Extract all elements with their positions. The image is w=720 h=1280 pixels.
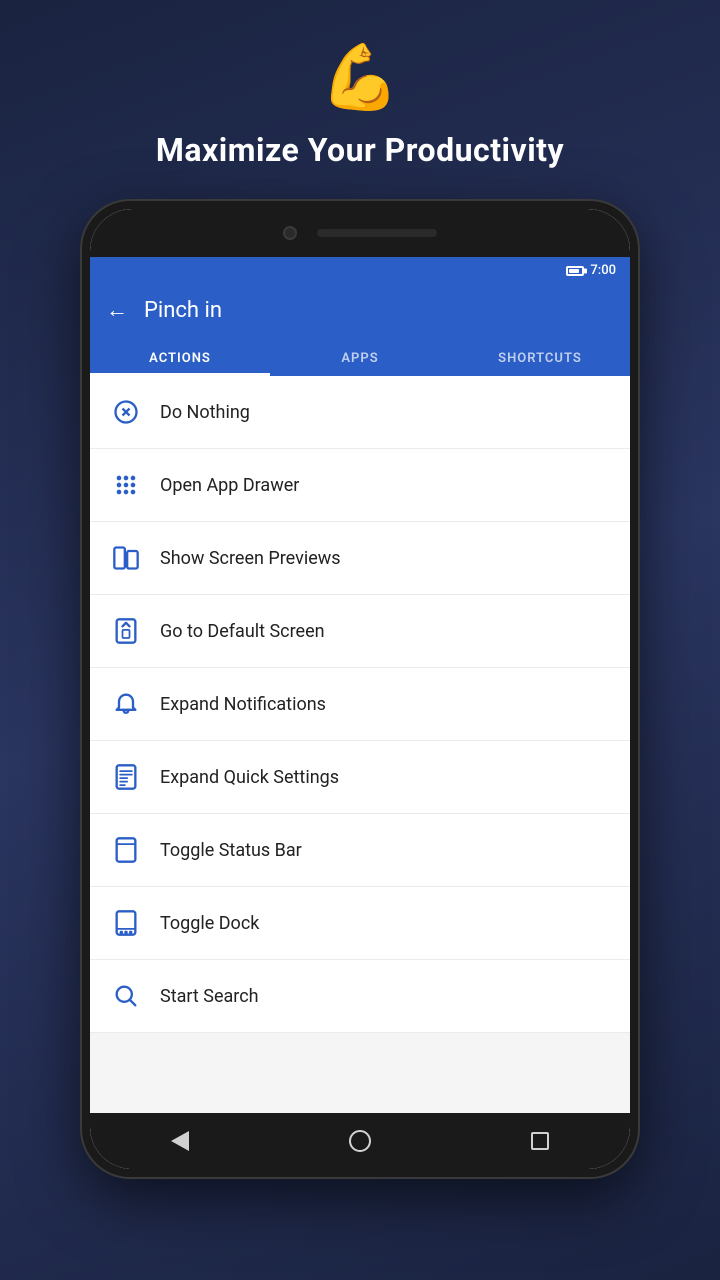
status-right: 7:00 [566,263,616,278]
search-icon [110,980,142,1012]
status-bar: 7:00 [90,257,630,284]
nav-recents-button[interactable] [520,1121,560,1161]
action-toggle-dock-label: Toggle Dock [160,913,259,934]
recents-square-icon [531,1132,549,1150]
nav-home-button[interactable] [340,1121,380,1161]
phone-frame: 7:00 ← Pinch in ACTIONS APPS SHORTCUTS D… [80,199,640,1179]
action-expand-notifications[interactable]: Expand Notifications [90,668,630,741]
quick-settings-icon [110,761,142,793]
tab-shortcuts[interactable]: SHORTCUTS [450,337,630,376]
app-title: Pinch in [144,298,222,323]
app-bar: ← Pinch in [90,284,630,337]
dock-icon [110,907,142,939]
back-button[interactable]: ← [106,300,128,322]
status-time: 7:00 [590,263,616,278]
action-toggle-status-bar-label: Toggle Status Bar [160,840,302,861]
action-open-app-drawer[interactable]: Open App Drawer [90,449,630,522]
bottom-nav [90,1113,630,1169]
camera-dot [283,226,297,240]
grid-icon [110,469,142,501]
action-toggle-status-bar[interactable]: Toggle Status Bar [90,814,630,887]
action-expand-quick-settings[interactable]: Expand Quick Settings [90,741,630,814]
action-start-search[interactable]: Start Search [90,960,630,1033]
speaker-bar [317,229,437,237]
action-list: Do Nothing Op [90,376,630,1113]
phone-top-hardware [90,209,630,257]
header-tagline: Maximize Your Productivity [156,131,564,169]
action-show-screen-previews-label: Show Screen Previews [160,548,341,569]
bell-icon [110,688,142,720]
tab-apps[interactable]: APPS [270,337,450,376]
action-do-nothing[interactable]: Do Nothing [90,376,630,449]
screen-preview-icon [110,542,142,574]
phone-inner: 7:00 ← Pinch in ACTIONS APPS SHORTCUTS D… [90,209,630,1169]
home-screen-icon [110,615,142,647]
tab-actions[interactable]: ACTIONS [90,337,270,376]
nav-back-button[interactable] [160,1121,200,1161]
x-circle-icon [110,396,142,428]
action-expand-notifications-label: Expand Notifications [160,694,326,715]
action-go-to-default-screen[interactable]: Go to Default Screen [90,595,630,668]
action-expand-quick-settings-label: Expand Quick Settings [160,767,339,788]
action-show-screen-previews[interactable]: Show Screen Previews [90,522,630,595]
action-do-nothing-label: Do Nothing [160,402,250,423]
back-triangle-icon [171,1131,189,1151]
home-circle-icon [349,1130,371,1152]
header-area: 💪 Maximize Your Productivity [156,0,564,199]
status-bar-icon [110,834,142,866]
action-go-to-default-screen-label: Go to Default Screen [160,621,325,642]
tabs-bar: ACTIONS APPS SHORTCUTS [90,337,630,376]
action-start-search-label: Start Search [160,986,259,1007]
action-open-app-drawer-label: Open App Drawer [160,475,299,496]
battery-icon [566,266,584,276]
action-toggle-dock[interactable]: Toggle Dock [90,887,630,960]
header-emoji: 💪 [320,40,400,115]
